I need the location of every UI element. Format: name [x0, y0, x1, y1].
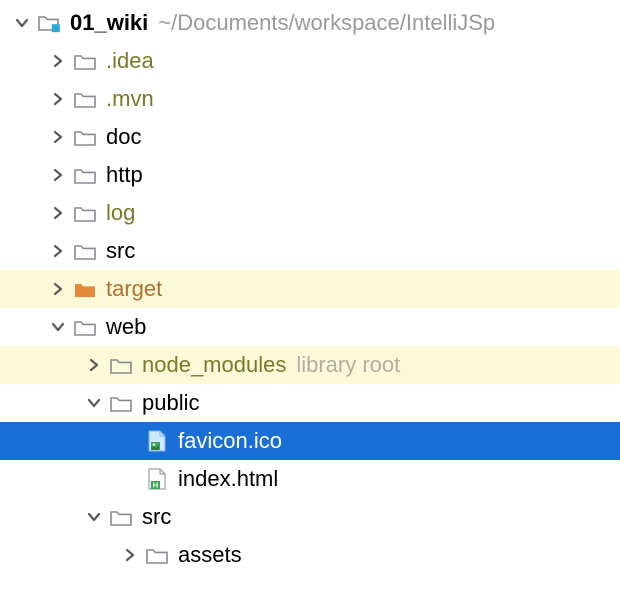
tree-item-log-label: log — [106, 200, 135, 226]
tree-item-target[interactable]: target — [0, 270, 620, 308]
tree-item-target-label: target — [106, 276, 162, 302]
folder-icon — [70, 164, 100, 187]
tree-item-log[interactable]: log — [0, 194, 620, 232]
tree-item-web-label: web — [106, 314, 146, 340]
folder-icon — [142, 544, 172, 567]
project-root[interactable]: 01_wiki ~/Documents/workspace/IntelliJSp — [0, 4, 620, 42]
folder-icon — [70, 202, 100, 225]
folder-icon — [70, 316, 100, 339]
module-folder-icon — [34, 11, 64, 36]
svg-text:H: H — [153, 481, 158, 490]
tree-item-src[interactable]: src — [0, 232, 620, 270]
tree-item-web-src-label: src — [142, 504, 171, 530]
project-root-suffix: ~/Documents/workspace/IntelliJSp — [158, 10, 620, 36]
folder-icon — [106, 392, 136, 415]
chevron-right-icon[interactable] — [46, 92, 70, 106]
chevron-down-icon[interactable] — [46, 320, 70, 334]
chevron-right-icon[interactable] — [118, 548, 142, 562]
tree-item-node-modules[interactable]: node_modules library root — [0, 346, 620, 384]
chevron-down-icon[interactable] — [10, 16, 34, 30]
chevron-right-icon[interactable] — [46, 54, 70, 68]
tree-item-public[interactable]: public — [0, 384, 620, 422]
folder-excluded-icon — [70, 278, 100, 301]
tree-item-favicon[interactable]: favicon.ico — [0, 422, 620, 460]
folder-icon — [70, 126, 100, 149]
folder-icon — [106, 506, 136, 529]
chevron-down-icon[interactable] — [82, 510, 106, 524]
tree-item-favicon-label: favicon.ico — [178, 428, 282, 454]
tree-item-http-label: http — [106, 162, 143, 188]
tree-item-doc[interactable]: doc — [0, 118, 620, 156]
folder-icon — [70, 88, 100, 111]
tree-item-idea-label: .idea — [106, 48, 154, 74]
tree-item-node-modules-label: node_modules — [142, 352, 286, 378]
tree-item-web-src[interactable]: src — [0, 498, 620, 536]
folder-icon — [70, 240, 100, 263]
project-root-label: 01_wiki — [70, 10, 148, 36]
tree-item-index-html-label: index.html — [178, 466, 278, 492]
chevron-right-icon[interactable] — [46, 244, 70, 258]
tree-item-index-html[interactable]: H index.html — [0, 460, 620, 498]
chevron-right-icon[interactable] — [46, 130, 70, 144]
chevron-right-icon[interactable] — [82, 358, 106, 372]
tree-item-idea[interactable]: .idea — [0, 42, 620, 80]
tree-item-mvn-label: .mvn — [106, 86, 154, 112]
tree-item-node-modules-suffix: library root — [296, 352, 400, 378]
tree-item-src-label: src — [106, 238, 135, 264]
tree-item-web[interactable]: web — [0, 308, 620, 346]
tree-item-doc-label: doc — [106, 124, 141, 150]
folder-icon — [106, 354, 136, 377]
tree-item-http[interactable]: http — [0, 156, 620, 194]
tree-item-public-label: public — [142, 390, 199, 416]
chevron-right-icon[interactable] — [46, 168, 70, 182]
tree-item-mvn[interactable]: .mvn — [0, 80, 620, 118]
chevron-down-icon[interactable] — [82, 396, 106, 410]
tree-item-assets[interactable]: assets — [0, 536, 620, 574]
chevron-right-icon[interactable] — [46, 282, 70, 296]
folder-icon — [70, 50, 100, 73]
tree-item-assets-label: assets — [178, 542, 242, 568]
chevron-right-icon[interactable] — [46, 206, 70, 220]
image-file-icon — [142, 429, 172, 453]
html-file-icon: H — [142, 467, 172, 491]
